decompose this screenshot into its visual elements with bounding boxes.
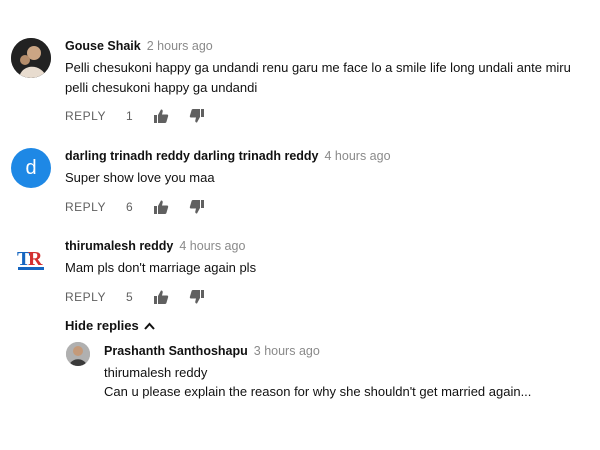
author-name[interactable]: darling trinadh reddy darling trinadh re…: [65, 149, 319, 163]
thumbs-down-icon[interactable]: [189, 289, 205, 305]
thumbs-up-icon[interactable]: [153, 289, 169, 305]
author-name[interactable]: thirumalesh reddy: [65, 239, 173, 253]
svg-text:R: R: [28, 248, 43, 270]
comment-header: darling trinadh reddy darling trinadh re…: [65, 149, 391, 163]
chevron-up-icon: [143, 322, 155, 330]
profile-photo-icon: [66, 342, 90, 366]
timestamp[interactable]: 3 hours ago: [254, 344, 320, 358]
timestamp[interactable]: 4 hours ago: [325, 149, 391, 163]
thumbs-down-icon[interactable]: [189, 199, 205, 215]
reply-header: Prashanth Santhoshapu 3 hours ago: [104, 344, 320, 358]
like-count: 5: [125, 290, 133, 304]
reply-text-line: thirumalesh reddy: [104, 365, 208, 380]
author-name[interactable]: Gouse Shaik: [65, 39, 141, 53]
avatar[interactable]: [66, 342, 90, 366]
timestamp[interactable]: 2 hours ago: [147, 39, 213, 53]
comment-actions: REPLY 5: [65, 289, 205, 305]
hide-replies-label: Hide replies: [65, 318, 139, 333]
reply-button[interactable]: REPLY: [65, 200, 106, 214]
comment-text-line: Mam pls don't marriage again pls: [65, 260, 257, 275]
reply-button[interactable]: REPLY: [65, 109, 106, 123]
like-count: 1: [125, 109, 133, 123]
profile-photo-icon: [11, 38, 51, 78]
comment-header: Gouse Shaik 2 hours ago: [65, 39, 213, 53]
reply-button[interactable]: REPLY: [65, 290, 106, 304]
comment-header: thirumalesh reddy 4 hours ago: [65, 239, 245, 253]
comment-actions: REPLY 6: [65, 199, 205, 215]
hide-replies-button[interactable]: Hide replies: [65, 318, 155, 333]
reply-text-line: Can u please explain the reason for why …: [104, 384, 532, 399]
thumbs-up-icon[interactable]: [153, 199, 169, 215]
timestamp[interactable]: 4 hours ago: [179, 239, 245, 253]
thumbs-down-icon[interactable]: [189, 108, 205, 124]
avatar-letter: d: [25, 156, 37, 179]
avatar[interactable]: d: [11, 148, 51, 188]
comment-actions: REPLY 1: [65, 108, 205, 124]
avatar[interactable]: T R: [11, 238, 51, 278]
avatar[interactable]: [11, 38, 51, 78]
tr-logo-icon: T R: [17, 248, 44, 270]
comment-text-line: Super show love you maa: [65, 170, 215, 185]
like-count: 6: [125, 200, 133, 214]
thumbs-up-icon[interactable]: [153, 108, 169, 124]
comment-text-line: Pelli chesukoni happy ga undandi renu ga…: [65, 60, 571, 75]
comment-text-line: pelli chesukoni happy ga undandi: [65, 80, 258, 95]
author-name[interactable]: Prashanth Santhoshapu: [104, 344, 248, 358]
